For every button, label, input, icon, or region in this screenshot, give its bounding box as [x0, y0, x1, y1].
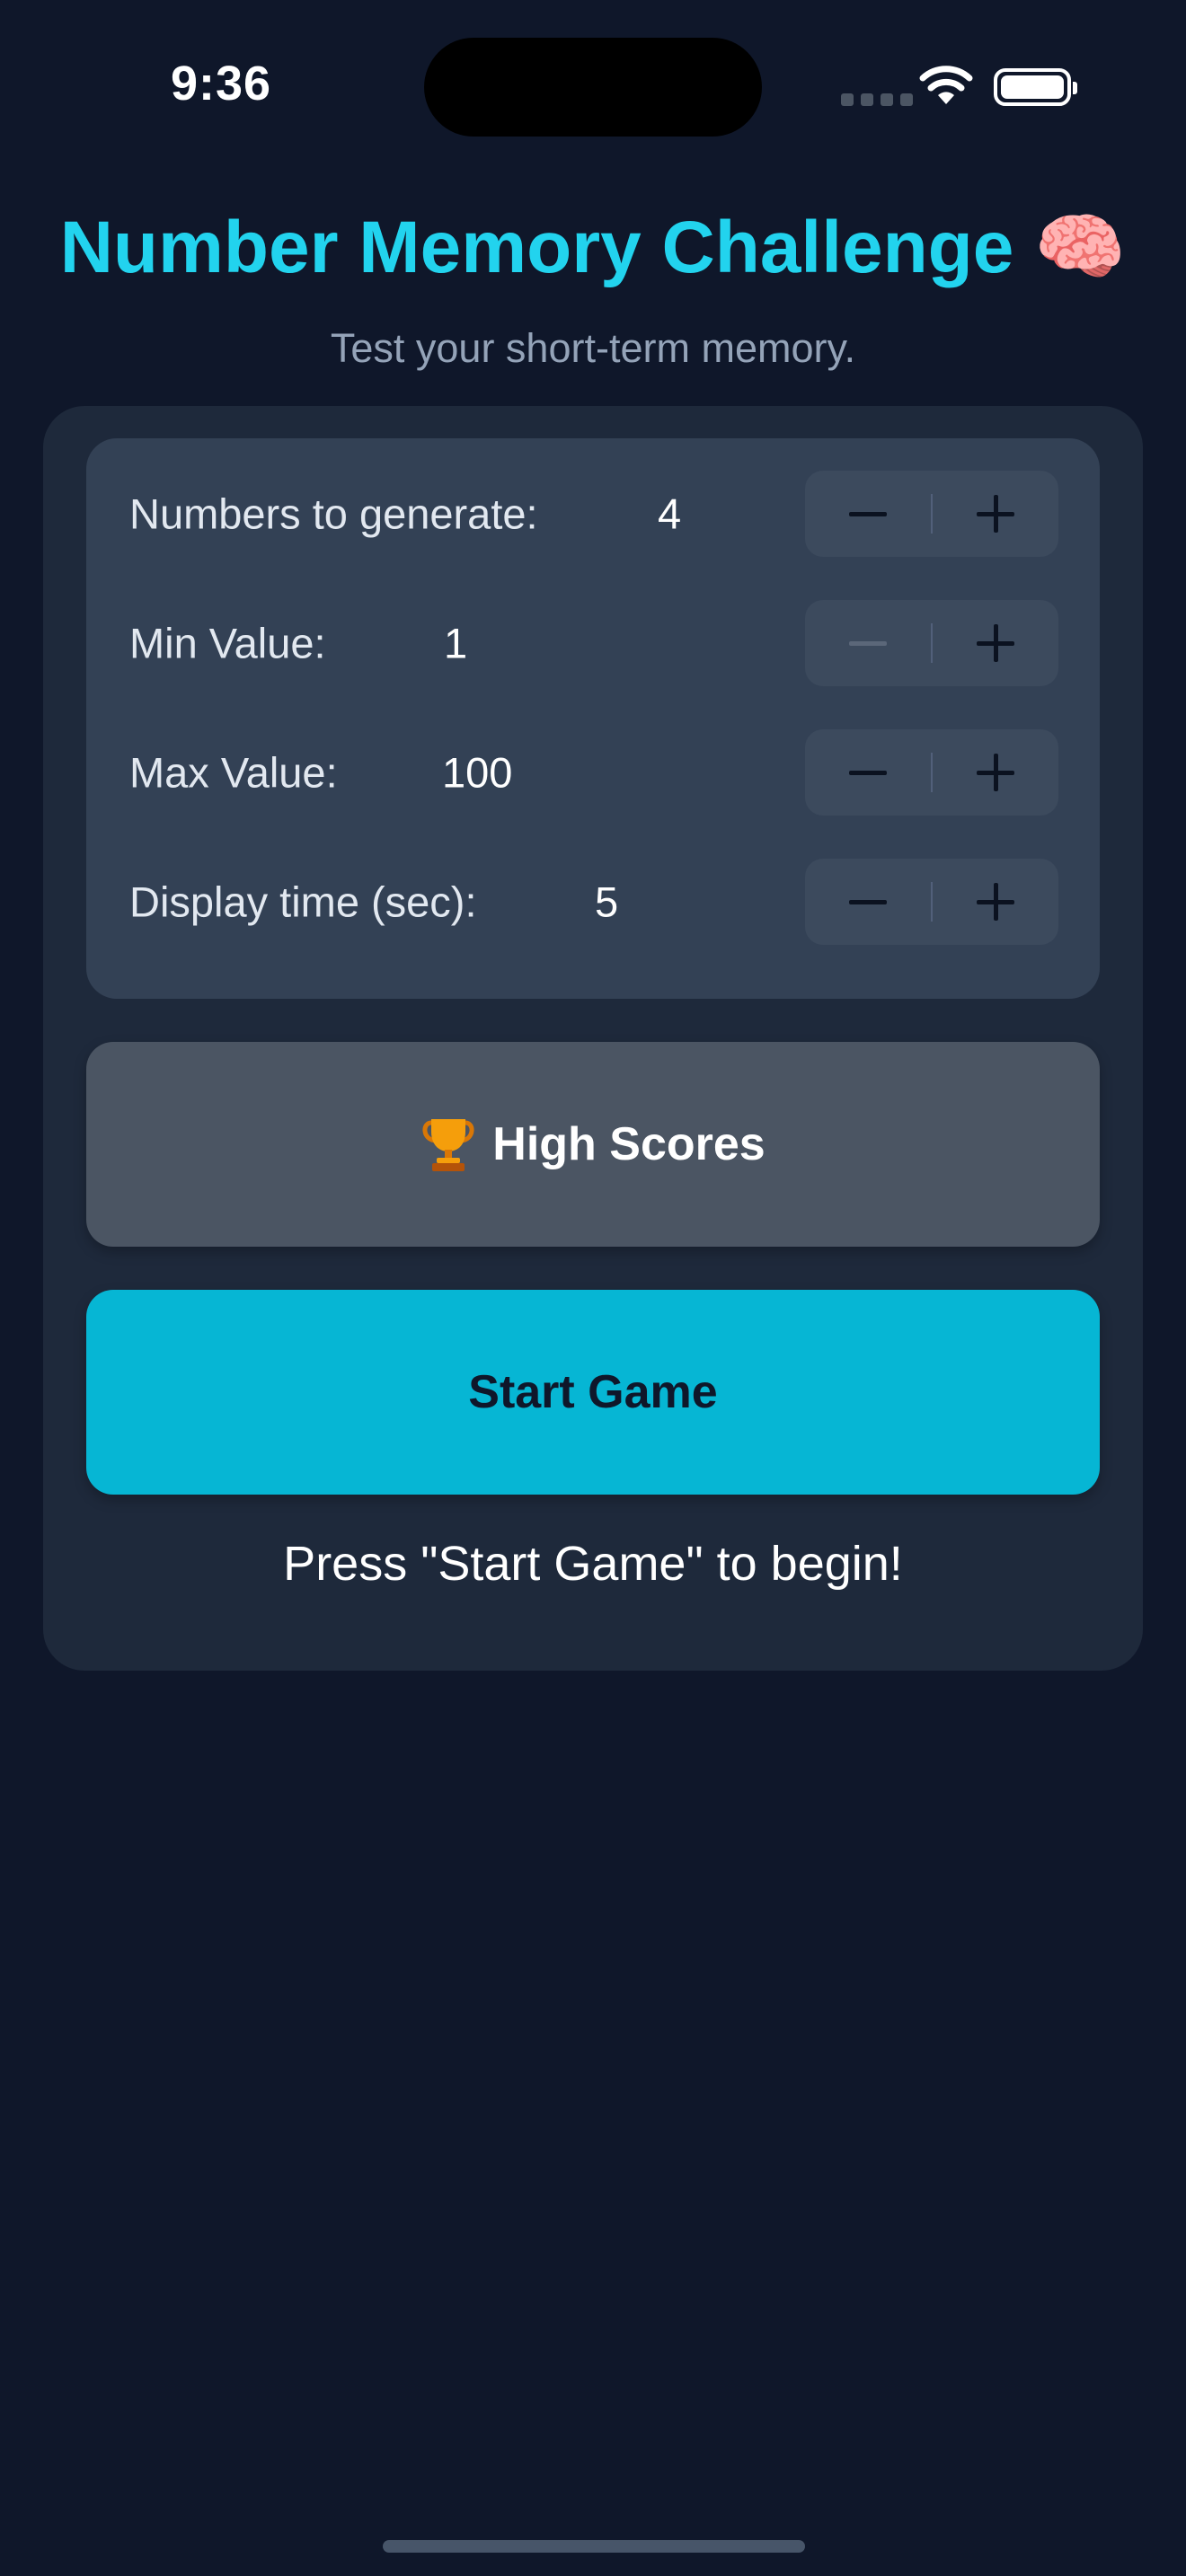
setting-value: 1 [444, 619, 468, 667]
app-screen: 9:36 Number Memory Challenge 🧠 Test your… [0, 0, 1186, 2576]
page-subtitle: Test your short-term memory. [330, 325, 856, 371]
page-title-text: Number Memory Challenge [59, 207, 1014, 288]
setting-row-numbers-to-generate: Numbers to generate: 4 [86, 449, 1100, 578]
status-message: Press "Start Game" to begin! [283, 1537, 903, 1591]
decrement-button[interactable] [805, 859, 931, 945]
setting-value: 4 [658, 490, 682, 538]
display-time-stepper [805, 859, 1058, 945]
status-bar: 9:36 [0, 0, 1186, 171]
start-game-button[interactable]: Start Game [86, 1290, 1100, 1495]
minus-icon [849, 640, 887, 646]
trophy-icon [422, 1119, 474, 1171]
brain-icon: 🧠 [1034, 207, 1127, 288]
minus-icon [849, 770, 887, 775]
min-value-stepper [805, 600, 1058, 686]
numbers-to-generate-stepper [805, 471, 1058, 557]
minus-icon [849, 899, 887, 904]
minus-icon [849, 511, 887, 516]
setting-value: 5 [595, 878, 619, 926]
setting-value: 100 [442, 748, 513, 797]
battery-icon [994, 68, 1077, 106]
decrement-button[interactable] [805, 600, 931, 686]
increment-button[interactable] [933, 729, 1058, 816]
status-time: 9:36 [171, 57, 272, 110]
plus-icon [977, 754, 1014, 791]
dynamic-island [424, 38, 762, 137]
increment-button[interactable] [933, 859, 1058, 945]
high-scores-label: High Scores [492, 1118, 766, 1170]
decrement-button[interactable] [805, 471, 931, 557]
increment-button[interactable] [933, 600, 1058, 686]
setting-row-min-value: Min Value: 1 [86, 578, 1100, 708]
start-game-label: Start Game [468, 1366, 718, 1418]
setting-row-display-time: Display time (sec): 5 [86, 837, 1100, 966]
high-scores-button[interactable]: High Scores [86, 1042, 1100, 1247]
setting-label: Numbers to generate: [129, 490, 538, 538]
setting-label: Display time (sec): [129, 878, 477, 926]
wifi-icon [919, 66, 973, 104]
max-value-stepper [805, 729, 1058, 816]
game-card: Numbers to generate: 4 Min Value: 1 Max … [43, 406, 1143, 1671]
decrement-button[interactable] [805, 729, 931, 816]
plus-icon [977, 883, 1014, 921]
setting-label: Max Value: [129, 748, 338, 797]
settings-panel: Numbers to generate: 4 Min Value: 1 Max … [86, 438, 1100, 999]
increment-button[interactable] [933, 471, 1058, 557]
plus-icon [977, 495, 1014, 533]
plus-icon [977, 624, 1014, 662]
setting-label: Min Value: [129, 619, 326, 667]
home-indicator[interactable] [383, 2540, 805, 2553]
page-title: Number Memory Challenge 🧠 [0, 205, 1186, 291]
signal-icon [841, 93, 913, 106]
setting-row-max-value: Max Value: 100 [86, 708, 1100, 837]
